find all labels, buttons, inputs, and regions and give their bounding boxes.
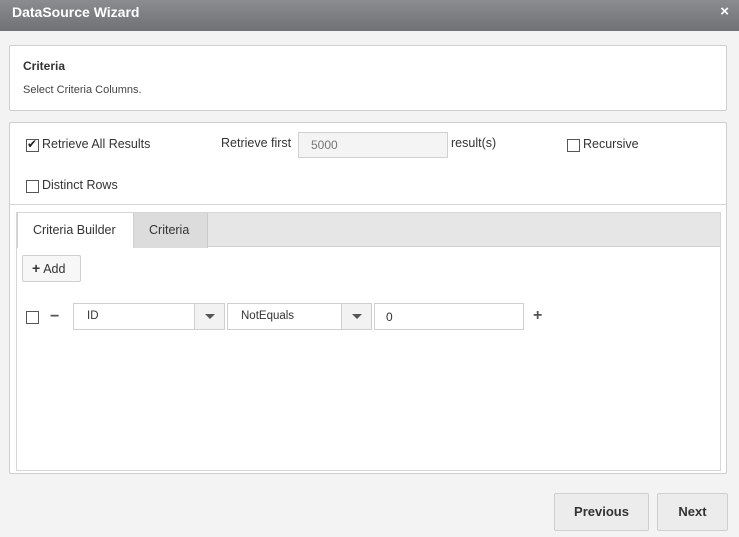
title-bar: DataSource Wizard × xyxy=(0,0,739,31)
add-criteria-button[interactable]: + Add xyxy=(22,255,81,282)
remove-row-icon[interactable]: − xyxy=(50,309,59,325)
close-icon[interactable]: × xyxy=(720,3,729,20)
recursive-label[interactable]: Recursive xyxy=(583,137,639,151)
tabs-container: Criteria Builder Criteria + Add − ID NotE… xyxy=(16,212,721,471)
add-label: Add xyxy=(43,262,66,276)
window-title: DataSource Wizard xyxy=(12,4,140,20)
retrieve-all-label[interactable]: Retrieve All Results xyxy=(42,137,150,151)
previous-button[interactable]: Previous xyxy=(554,493,649,531)
header-panel: Criteria Select Criteria Columns. xyxy=(9,45,727,111)
row-select-checkbox[interactable] xyxy=(26,311,39,324)
criteria-value-input[interactable] xyxy=(374,303,524,330)
retrieve-all-checkbox[interactable] xyxy=(26,137,39,152)
divider xyxy=(10,204,726,205)
column-select-value: ID xyxy=(87,310,99,322)
step-subtitle: Select Criteria Columns. xyxy=(23,84,142,96)
column-select[interactable]: ID xyxy=(73,303,225,330)
add-row-icon[interactable]: + xyxy=(533,307,542,325)
distinct-rows-checkbox[interactable] xyxy=(26,180,39,193)
operator-select-value: NotEquals xyxy=(241,310,295,322)
plus-icon: + xyxy=(32,260,41,276)
results-suffix-label: result(s) xyxy=(451,136,497,150)
tab-strip: Criteria Builder Criteria xyxy=(17,213,720,248)
retrieve-first-label: Retrieve first xyxy=(221,136,292,150)
distinct-rows-label[interactable]: Distinct Rows xyxy=(42,178,118,192)
tab-criteria-builder[interactable]: Criteria Builder xyxy=(17,213,134,248)
operator-select[interactable]: NotEquals xyxy=(227,303,372,330)
step-title: Criteria xyxy=(23,59,66,73)
tab-criteria[interactable]: Criteria xyxy=(134,213,208,248)
chevron-down-icon[interactable] xyxy=(194,304,224,329)
criteria-panel: Retrieve All Results Retrieve first resu… xyxy=(9,122,727,474)
recursive-checkbox[interactable] xyxy=(567,139,580,152)
retrieve-first-input[interactable] xyxy=(298,132,448,158)
chevron-down-icon[interactable] xyxy=(341,304,371,329)
next-button[interactable]: Next xyxy=(657,493,728,531)
